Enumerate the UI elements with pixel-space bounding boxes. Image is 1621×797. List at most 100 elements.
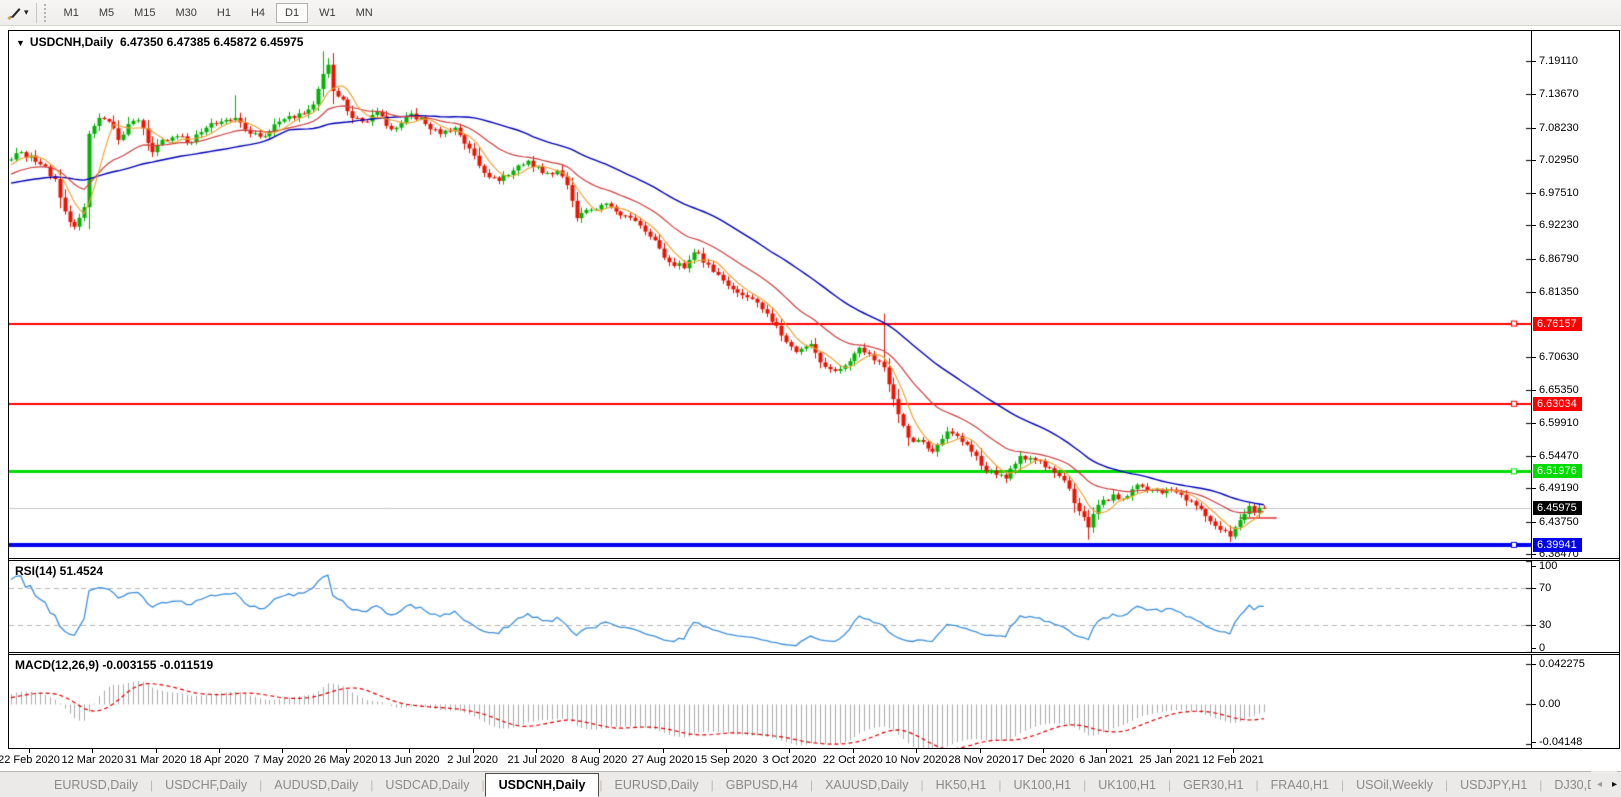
timeframe-button-MN[interactable]: MN (347, 3, 382, 23)
chart-tab-usdcnh-daily[interactable]: USDCNH,Daily (484, 772, 600, 797)
time-axis-tick (282, 749, 284, 753)
toolbar-separator (35, 2, 37, 23)
rsi-indicator-label: RSI(14) 51.4524 (15, 564, 104, 578)
time-axis-label: 31 Mar 2020 (124, 754, 187, 766)
macd-tick: 0.042275 (1532, 658, 1585, 670)
time-axis: 22 Feb 2020 12 Mar 2020 31 Mar 2020 18 Apr … (0, 749, 1620, 771)
tab-scroll-right-icon[interactable]: ▸ (1612, 779, 1617, 790)
pane-resize-separator[interactable] (9, 558, 1619, 561)
timeframe-button-M15[interactable]: M15 (125, 3, 164, 23)
time-axis-label: 15 Sep 2020 (694, 754, 758, 766)
time-axis-label: 2 Jul 2020 (447, 754, 498, 766)
chart-tab-hk50-h1[interactable]: HK50,H1 (924, 774, 999, 796)
time-axis-label: 27 Aug 2020 (631, 754, 694, 766)
chart-title: ▼ USDCNH,Daily 6.47350 6.47385 6.45872 6.… (16, 35, 303, 49)
time-axis-tick (345, 749, 347, 753)
macd-indicator-label: MACD(12,26,9) -0.003155 -0.011519 (15, 658, 214, 672)
chart-tab-eurusd-daily[interactable]: EURUSD,Daily (603, 774, 711, 796)
price-tick: 6.86790 (1532, 253, 1579, 265)
timeframe-toolbar: ▾ M1 M5 M15 M30 H1 H4 D1 W1 MN (0, 0, 1621, 26)
rsi-tick: 30 (1532, 619, 1551, 631)
timeframe-button-W1[interactable]: W1 (310, 3, 345, 23)
time-axis-label: 13 Jun 2020 (378, 754, 440, 766)
time-axis-tick (29, 749, 30, 753)
timeframe-button-H4[interactable]: H4 (242, 3, 274, 23)
time-axis-tick (1106, 749, 1108, 753)
level-price-badge: 6.39941 (1533, 537, 1582, 552)
time-axis-label: 12 Feb 2021 (1202, 754, 1264, 766)
chart-symbol-ohlc: USDCNH,Daily 6.47350 6.47385 6.45872 6.4… (29, 35, 304, 49)
price-tick: 7.02950 (1532, 154, 1579, 166)
chart-tab-eurusd-daily[interactable]: EURUSD,Daily (42, 774, 150, 796)
chart-tab-usdcad-daily[interactable]: USDCAD,Daily (373, 774, 481, 796)
time-axis-label: 26 May 2020 (314, 754, 378, 766)
time-axis-tick (1169, 749, 1171, 753)
price-tick: 6.54470 (1532, 450, 1579, 462)
time-axis-label: 28 Nov 2020 (948, 754, 1011, 766)
timeframe-button-D1[interactable]: D1 (276, 2, 309, 23)
time-axis-label: 21 Jul 2020 (507, 754, 565, 766)
time-axis-tick (852, 749, 854, 753)
time-axis-tick (599, 749, 601, 753)
tab-scroll-left-icon[interactable]: ◂ (1597, 779, 1602, 790)
time-axis-label: 6 Jan 2021 (1079, 754, 1134, 766)
timeframe-button-H1[interactable]: H1 (208, 3, 240, 23)
time-axis-tick (662, 749, 664, 753)
price-tick: 6.59910 (1532, 417, 1579, 429)
chart-tab-fra40-h1[interactable]: FRA40,H1 (1259, 774, 1341, 796)
toolbar-grip-handle[interactable] (42, 3, 48, 22)
time-axis-label: 25 Jan 2021 (1139, 754, 1200, 766)
price-tick: 7.08230 (1532, 122, 1579, 134)
chart-window: 7.19110 7.13670 7.08230 7.02950 6.97510 6.922… (8, 30, 1620, 749)
time-axis-label: 18 Apr 2020 (189, 754, 249, 766)
time-axis-label: 22 Feb 2020 (0, 754, 60, 766)
collapse-triangle-icon[interactable]: ▼ (16, 38, 25, 48)
timeframe-button-M5[interactable]: M5 (90, 3, 123, 23)
chart-tab-uk100-h1[interactable]: UK100,H1 (1086, 774, 1168, 796)
time-axis-label: 17 Dec 2020 (1011, 754, 1075, 766)
price-tick: 6.92230 (1532, 219, 1579, 231)
chart-tab-gbpusd-h4[interactable]: GBPUSD,H4 (714, 774, 810, 796)
macd-tick: 0.00 (1532, 698, 1560, 710)
time-axis-tick (409, 749, 411, 753)
chart-tab-audusd-daily[interactable]: AUDUSD,Daily (262, 774, 370, 796)
rsi-tick: 70 (1532, 582, 1551, 594)
time-axis-tick (979, 749, 981, 753)
chart-tab-ger30-h1[interactable]: GER30,H1 (1171, 774, 1255, 796)
price-tick: 6.70630 (1532, 351, 1579, 363)
chart-tab-uk100-h1[interactable]: UK100,H1 (1001, 774, 1083, 796)
level-price-badge: 6.76157 (1533, 316, 1582, 331)
timeframe-button-M30[interactable]: M30 (167, 3, 206, 23)
time-axis-label: 7 May 2020 (253, 754, 312, 766)
time-axis-label: 3 Oct 2020 (762, 754, 817, 766)
pane-resize-separator[interactable] (9, 652, 1619, 655)
price-tick: 6.49190 (1532, 482, 1579, 494)
time-axis-tick (726, 749, 728, 753)
time-axis-label: 8 Aug 2020 (571, 754, 628, 766)
time-axis-tick (155, 749, 157, 753)
chart-tab-usdjpy-h1[interactable]: USDJPY,H1 (1448, 774, 1539, 796)
timeframe-button-M1[interactable]: M1 (55, 3, 88, 23)
price-tick: 6.81350 (1532, 286, 1579, 298)
macd-tick: -0.04148 (1532, 736, 1582, 748)
chart-tab-usoil-weekly[interactable]: USOil,Weekly (1344, 774, 1445, 796)
chart-tab-bar: EURUSD,Daily | USDCHF,Daily | AUDUSD,Daily | U… (0, 771, 1621, 797)
time-axis-tick (1042, 749, 1044, 753)
pointer-tool-icon[interactable] (4, 4, 24, 22)
current-price-badge: 6.45975 (1533, 501, 1582, 516)
time-axis-label: 22 Oct 2020 (822, 754, 883, 766)
time-axis-tick (472, 749, 474, 753)
time-axis-tick (916, 749, 918, 753)
time-axis-tick (1233, 749, 1235, 753)
timeframe-buttons: M1 M5 M15 M30 H1 H4 D1 W1 MN (54, 2, 383, 23)
time-axis-tick (535, 749, 537, 753)
price-tick: 7.19110 (1532, 55, 1578, 67)
chart-tab-usdchf-daily[interactable]: USDCHF,Daily (153, 774, 259, 796)
chart-tab-xauusd-daily[interactable]: XAUUSD,Daily (813, 774, 920, 796)
price-axis: 7.19110 7.13670 7.08230 7.02950 6.97510 6.922… (1531, 31, 1619, 748)
price-tick: 6.65350 (1532, 384, 1579, 396)
time-axis-tick (219, 749, 221, 753)
tool-dropdown-caret-icon[interactable]: ▾ (24, 7, 29, 18)
level-price-badge: 6.51976 (1533, 464, 1582, 479)
price-chart-canvas[interactable] (9, 31, 1531, 748)
